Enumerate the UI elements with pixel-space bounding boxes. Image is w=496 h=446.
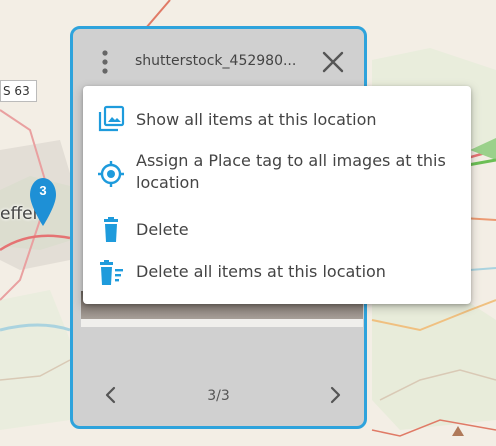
close-icon[interactable] [320,49,346,75]
context-menu: Show all items at this location Assign a… [83,86,471,304]
gallery-icon [98,105,125,132]
menu-item-label: Assign a Place tag to all images at this… [136,151,446,192]
menu-item-label: Delete [136,220,189,239]
panel-header: shutterstock_452980... [73,29,364,91]
page-indicator: 3/3 [207,388,230,404]
menu-item-label: Delete all items at this location [136,262,386,281]
menu-item-delete[interactable]: Delete [83,214,471,246]
next-icon[interactable] [325,385,345,405]
menu-item-delete-all[interactable]: Delete all items at this location [83,256,471,290]
menu-item-show-all[interactable]: Show all items at this location [83,100,471,140]
more-options-icon[interactable] [100,49,110,75]
trash-icon [104,217,118,242]
trash-list-icon [100,260,123,285]
menu-item-label: Show all items at this location [136,110,377,129]
photo-preview-edge [81,319,363,327]
cluster-count: 3 [39,183,47,198]
panel-title: shutterstock_452980... [135,53,297,69]
menu-item-assign-place-tag[interactable]: Assign a Place tag to all images at this… [83,146,471,198]
target-icon [98,161,124,187]
road-shield: S 63 [0,80,37,102]
